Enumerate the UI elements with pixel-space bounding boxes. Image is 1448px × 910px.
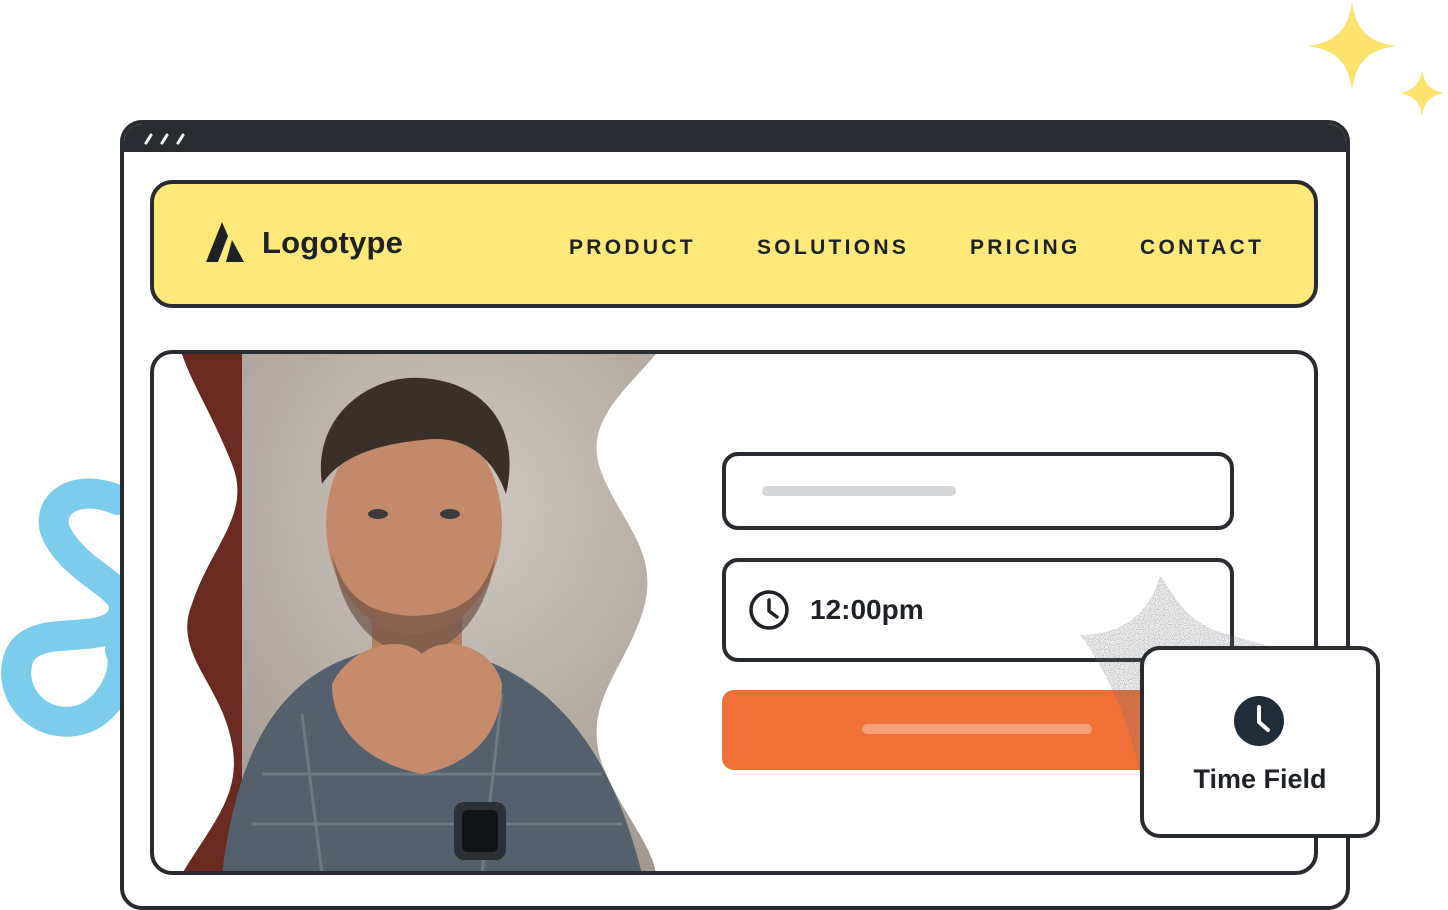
clock-icon <box>749 590 789 630</box>
placeholder-line <box>762 486 956 496</box>
text-input-field[interactable] <box>722 452 1234 530</box>
squiggle-decoration <box>1 478 130 737</box>
tooltip-label: Time Field <box>1193 764 1327 794</box>
nav-item-product[interactable]: PRODUCT <box>569 236 696 260</box>
site-header: Logotype PRODUCT SOLUTIONS PRICING CONTA… <box>150 180 1318 308</box>
clock-icon <box>1234 696 1284 746</box>
portrait-photo <box>182 354 656 871</box>
nav-item-contact[interactable]: CONTACT <box>1140 236 1264 260</box>
nav-menu: PRODUCT SOLUTIONS PRICING CONTACT <box>154 236 1314 260</box>
nav-item-pricing[interactable]: PRICING <box>970 236 1081 260</box>
window-controls-icon <box>144 133 185 145</box>
nav-item-solutions[interactable]: SOLUTIONS <box>757 236 909 260</box>
window-title-bar <box>124 124 1346 152</box>
sparkles-decoration <box>1308 2 1444 116</box>
time-field-tooltip: Time Field <box>1140 646 1380 838</box>
time-value: 12:00pm <box>810 594 924 625</box>
submit-label-placeholder <box>862 724 1092 734</box>
